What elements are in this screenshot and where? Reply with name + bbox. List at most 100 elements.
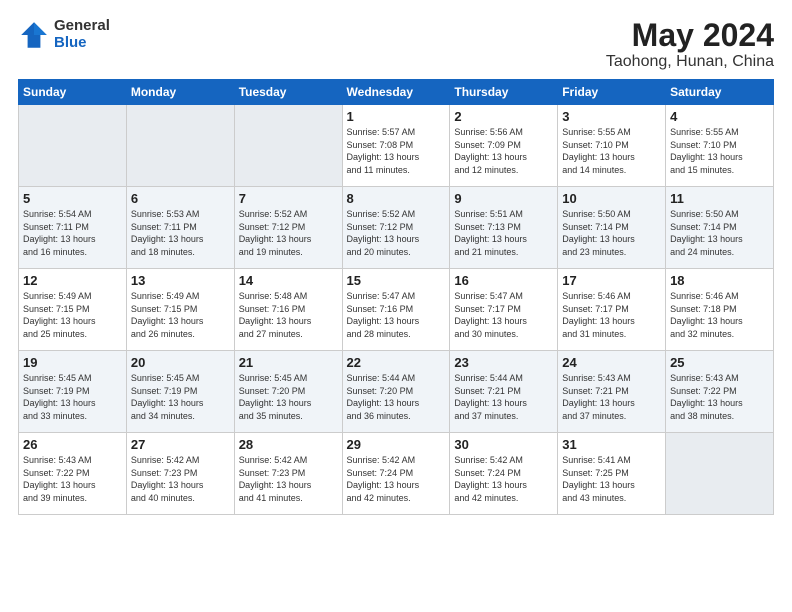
day-number: 26 — [23, 437, 122, 452]
day-info: Sunrise: 5:47 AM Sunset: 7:17 PM Dayligh… — [454, 290, 553, 340]
location-title: Taohong, Hunan, China — [606, 53, 774, 71]
day-cell: 13 Sunrise: 5:49 AM Sunset: 7:15 PM Dayli… — [126, 269, 234, 351]
day-number: 29 — [347, 437, 446, 452]
day-info: Sunrise: 5:54 AM Sunset: 7:11 PM Dayligh… — [23, 208, 122, 258]
day-cell — [666, 433, 774, 515]
day-info: Sunrise: 5:50 AM Sunset: 7:14 PM Dayligh… — [670, 208, 769, 258]
page: General Blue May 2024 Taohong, Hunan, Ch… — [0, 0, 792, 612]
day-info: Sunrise: 5:55 AM Sunset: 7:10 PM Dayligh… — [670, 126, 769, 176]
day-info: Sunrise: 5:49 AM Sunset: 7:15 PM Dayligh… — [131, 290, 230, 340]
day-info: Sunrise: 5:48 AM Sunset: 7:16 PM Dayligh… — [239, 290, 338, 340]
calendar-table: SundayMondayTuesdayWednesdayThursdayFrid… — [18, 79, 774, 515]
day-number: 1 — [347, 109, 446, 124]
header-day-sunday: Sunday — [19, 80, 127, 105]
day-info: Sunrise: 5:51 AM Sunset: 7:13 PM Dayligh… — [454, 208, 553, 258]
day-info: Sunrise: 5:57 AM Sunset: 7:08 PM Dayligh… — [347, 126, 446, 176]
day-info: Sunrise: 5:42 AM Sunset: 7:24 PM Dayligh… — [347, 454, 446, 504]
day-info: Sunrise: 5:43 AM Sunset: 7:21 PM Dayligh… — [562, 372, 661, 422]
day-number: 7 — [239, 191, 338, 206]
day-info: Sunrise: 5:43 AM Sunset: 7:22 PM Dayligh… — [23, 454, 122, 504]
day-info: Sunrise: 5:41 AM Sunset: 7:25 PM Dayligh… — [562, 454, 661, 504]
day-number: 22 — [347, 355, 446, 370]
day-info: Sunrise: 5:44 AM Sunset: 7:20 PM Dayligh… — [347, 372, 446, 422]
day-number: 20 — [131, 355, 230, 370]
day-number: 19 — [23, 355, 122, 370]
week-row-2: 12Sunrise: 5:49 AM Sunset: 7:15 PM Dayli… — [19, 269, 774, 351]
day-number: 27 — [131, 437, 230, 452]
day-cell: 24 Sunrise: 5:43 AM Sunset: 7:21 PM Dayli… — [558, 351, 666, 433]
day-number: 14 — [239, 273, 338, 288]
day-number: 10 — [562, 191, 661, 206]
day-number: 18 — [670, 273, 769, 288]
day-info: Sunrise: 5:55 AM Sunset: 7:10 PM Dayligh… — [562, 126, 661, 176]
day-number: 6 — [131, 191, 230, 206]
day-cell: 25Sunrise: 5:43 AM Sunset: 7:22 PM Dayli… — [666, 351, 774, 433]
day-info: Sunrise: 5:42 AM Sunset: 7:23 PM Dayligh… — [131, 454, 230, 504]
day-number: 5 — [23, 191, 122, 206]
day-info: Sunrise: 5:52 AM Sunset: 7:12 PM Dayligh… — [239, 208, 338, 258]
month-title: May 2024 — [606, 18, 774, 53]
day-number: 16 — [454, 273, 553, 288]
day-cell: 17Sunrise: 5:46 AM Sunset: 7:17 PM Dayli… — [558, 269, 666, 351]
day-number: 8 — [347, 191, 446, 206]
logo: General Blue — [18, 18, 110, 51]
header-day-friday: Friday — [558, 80, 666, 105]
day-number: 23 — [454, 355, 553, 370]
day-number: 28 — [239, 437, 338, 452]
day-info: Sunrise: 5:50 AM Sunset: 7:14 PM Dayligh… — [562, 208, 661, 258]
day-number: 3 — [562, 109, 661, 124]
day-cell: 12Sunrise: 5:49 AM Sunset: 7:15 PM Dayli… — [19, 269, 127, 351]
day-cell: 6 Sunrise: 5:53 AM Sunset: 7:11 PM Daylig… — [126, 187, 234, 269]
day-cell: 7 Sunrise: 5:52 AM Sunset: 7:12 PM Daylig… — [234, 187, 342, 269]
header: General Blue May 2024 Taohong, Hunan, Ch… — [18, 18, 774, 71]
day-info: Sunrise: 5:45 AM Sunset: 7:20 PM Dayligh… — [239, 372, 338, 422]
day-info: Sunrise: 5:49 AM Sunset: 7:15 PM Dayligh… — [23, 290, 122, 340]
day-cell: 28 Sunrise: 5:42 AM Sunset: 7:23 PM Dayli… — [234, 433, 342, 515]
day-cell: 10 Sunrise: 5:50 AM Sunset: 7:14 PM Dayli… — [558, 187, 666, 269]
day-cell: 29 Sunrise: 5:42 AM Sunset: 7:24 PM Dayli… — [342, 433, 450, 515]
day-number: 9 — [454, 191, 553, 206]
week-row-3: 19 Sunrise: 5:45 AM Sunset: 7:19 PM Dayli… — [19, 351, 774, 433]
day-info: Sunrise: 5:56 AM Sunset: 7:09 PM Dayligh… — [454, 126, 553, 176]
logo-blue: Blue — [54, 35, 110, 52]
day-cell: 11 Sunrise: 5:50 AM Sunset: 7:14 PM Dayli… — [666, 187, 774, 269]
day-cell: 5 Sunrise: 5:54 AM Sunset: 7:11 PM Daylig… — [19, 187, 127, 269]
day-info: Sunrise: 5:45 AM Sunset: 7:19 PM Dayligh… — [131, 372, 230, 422]
day-cell: 19 Sunrise: 5:45 AM Sunset: 7:19 PM Dayli… — [19, 351, 127, 433]
logo-general: General — [54, 18, 110, 35]
day-cell: 2Sunrise: 5:56 AM Sunset: 7:09 PM Daylig… — [450, 105, 558, 187]
day-info: Sunrise: 5:43 AM Sunset: 7:22 PM Dayligh… — [670, 372, 769, 422]
header-day-saturday: Saturday — [666, 80, 774, 105]
day-cell: 15Sunrise: 5:47 AM Sunset: 7:16 PM Dayli… — [342, 269, 450, 351]
day-cell: 20 Sunrise: 5:45 AM Sunset: 7:19 PM Dayli… — [126, 351, 234, 433]
day-cell: 8 Sunrise: 5:52 AM Sunset: 7:12 PM Daylig… — [342, 187, 450, 269]
day-cell: 31Sunrise: 5:41 AM Sunset: 7:25 PM Dayli… — [558, 433, 666, 515]
day-info: Sunrise: 5:42 AM Sunset: 7:23 PM Dayligh… — [239, 454, 338, 504]
day-number: 24 — [562, 355, 661, 370]
day-number: 13 — [131, 273, 230, 288]
day-cell: 23 Sunrise: 5:44 AM Sunset: 7:21 PM Dayli… — [450, 351, 558, 433]
header-day-monday: Monday — [126, 80, 234, 105]
day-info: Sunrise: 5:45 AM Sunset: 7:19 PM Dayligh… — [23, 372, 122, 422]
header-day-wednesday: Wednesday — [342, 80, 450, 105]
day-info: Sunrise: 5:46 AM Sunset: 7:17 PM Dayligh… — [562, 290, 661, 340]
day-info: Sunrise: 5:42 AM Sunset: 7:24 PM Dayligh… — [454, 454, 553, 504]
day-cell: 18 Sunrise: 5:46 AM Sunset: 7:18 PM Dayli… — [666, 269, 774, 351]
day-info: Sunrise: 5:53 AM Sunset: 7:11 PM Dayligh… — [131, 208, 230, 258]
header-day-tuesday: Tuesday — [234, 80, 342, 105]
week-row-4: 26 Sunrise: 5:43 AM Sunset: 7:22 PM Dayli… — [19, 433, 774, 515]
day-number: 30 — [454, 437, 553, 452]
day-cell: 22 Sunrise: 5:44 AM Sunset: 7:20 PM Dayli… — [342, 351, 450, 433]
day-info: Sunrise: 5:52 AM Sunset: 7:12 PM Dayligh… — [347, 208, 446, 258]
day-number: 4 — [670, 109, 769, 124]
day-info: Sunrise: 5:46 AM Sunset: 7:18 PM Dayligh… — [670, 290, 769, 340]
day-number: 11 — [670, 191, 769, 206]
header-day-thursday: Thursday — [450, 80, 558, 105]
day-cell: 1 Sunrise: 5:57 AM Sunset: 7:08 PM Daylig… — [342, 105, 450, 187]
day-info: Sunrise: 5:44 AM Sunset: 7:21 PM Dayligh… — [454, 372, 553, 422]
day-info: Sunrise: 5:47 AM Sunset: 7:16 PM Dayligh… — [347, 290, 446, 340]
day-cell: 14 Sunrise: 5:48 AM Sunset: 7:16 PM Dayli… — [234, 269, 342, 351]
title-block: May 2024 Taohong, Hunan, China — [606, 18, 774, 71]
day-cell — [19, 105, 127, 187]
day-cell: 9 Sunrise: 5:51 AM Sunset: 7:13 PM Daylig… — [450, 187, 558, 269]
